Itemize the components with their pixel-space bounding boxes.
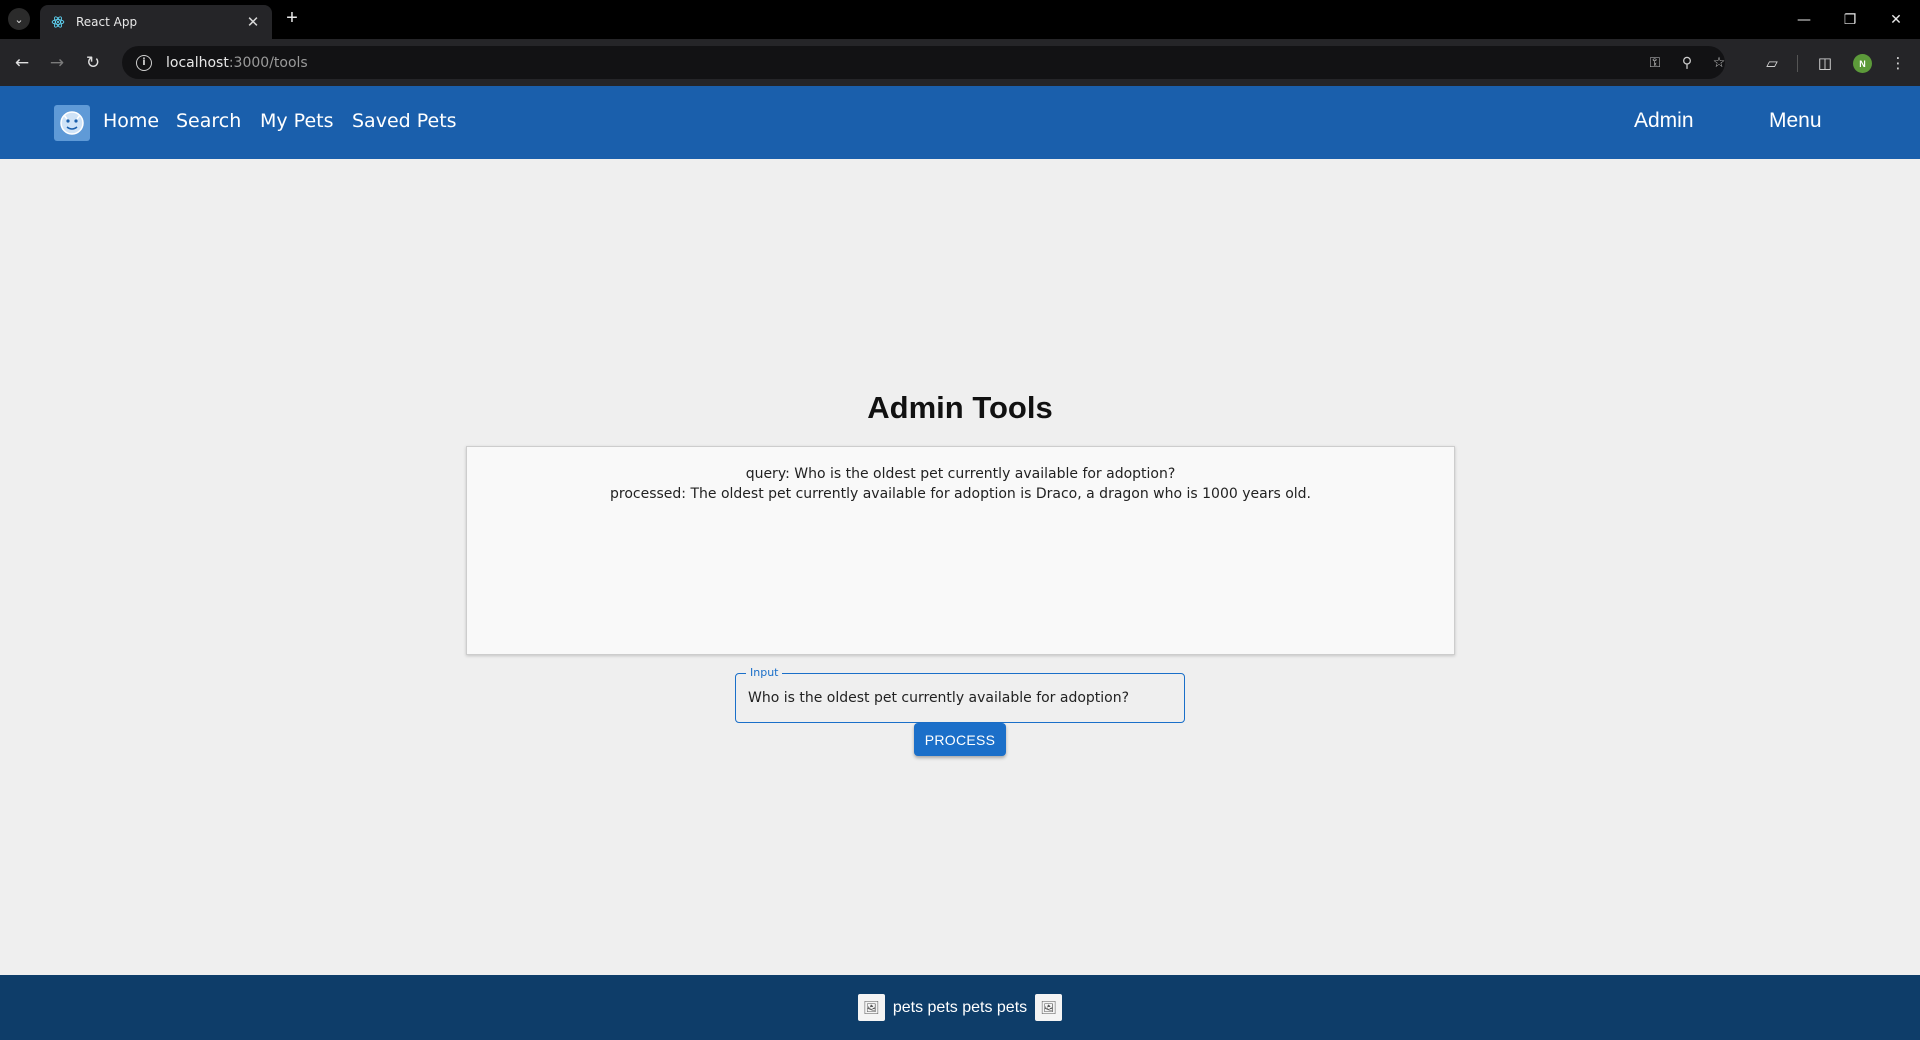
back-icon[interactable]: ←: [10, 51, 34, 75]
extensions-icon[interactable]: ▱: [1760, 51, 1784, 75]
admin-link[interactable]: Admin: [1634, 109, 1694, 133]
footer: 🖼 pets pets pets pets 🖼: [0, 975, 1920, 1040]
new-tab-icon[interactable]: +: [281, 8, 303, 30]
nav-search[interactable]: Search: [176, 110, 241, 132]
input-field-wrapper: Input: [735, 666, 1185, 723]
password-key-icon[interactable]: ⚿: [1646, 54, 1664, 72]
pet-logo-icon: [60, 111, 84, 135]
tab-close-icon[interactable]: ✕: [244, 13, 262, 31]
address-bar[interactable]: i localhost:3000/tools ⚿ ⚲ ☆: [122, 46, 1725, 79]
forward-icon[interactable]: →: [45, 51, 69, 75]
broken-image-icon: 🖼: [1035, 994, 1063, 1021]
browser-tab-bar: ⌄ React App ✕ + — ❐ ✕: [0, 0, 1920, 39]
react-icon: [50, 14, 66, 30]
site-info-icon[interactable]: i: [136, 54, 152, 71]
browser-menu-icon[interactable]: ⋮: [1886, 51, 1910, 75]
nav-home[interactable]: Home: [103, 110, 159, 132]
browser-toolbar: ← → ↻ i localhost:3000/tools ⚿ ⚲ ☆ ▱ ◫ N…: [0, 39, 1920, 86]
window-close-icon[interactable]: ✕: [1869, 0, 1920, 39]
output-panel: query: Who is the oldest pet currently a…: [466, 446, 1455, 655]
page-title: Admin Tools: [867, 390, 1053, 425]
menu-button[interactable]: Menu: [1769, 109, 1822, 133]
tab-title: React App: [76, 15, 138, 29]
query-text: query: Who is the oldest pet currently a…: [745, 466, 1176, 482]
app-logo[interactable]: [54, 105, 90, 141]
reload-icon[interactable]: ↻: [81, 51, 105, 75]
app-header: Home Search My Pets Saved Pets Admin Men…: [0, 86, 1920, 159]
side-panel-icon[interactable]: ◫: [1813, 51, 1837, 75]
bookmark-star-icon[interactable]: ☆: [1710, 54, 1728, 72]
tab-search-chevron-icon[interactable]: ⌄: [8, 8, 30, 30]
toolbar-divider: [1797, 55, 1798, 72]
footer-text: pets pets pets pets: [892, 998, 1028, 1016]
browser-tab[interactable]: React App ✕: [40, 5, 272, 39]
url-host: localhost: [166, 54, 229, 71]
query-input[interactable]: [748, 674, 1168, 721]
profile-avatar[interactable]: N: [1853, 54, 1872, 73]
url-path: :3000/tools: [228, 54, 308, 71]
nav-saved-pets[interactable]: Saved Pets: [352, 110, 457, 132]
zoom-icon[interactable]: ⚲: [1678, 54, 1696, 72]
process-button[interactable]: PROCESS: [914, 723, 1006, 756]
broken-image-icon: 🖼: [857, 994, 885, 1021]
nav-my-pets[interactable]: My Pets: [260, 110, 334, 132]
processed-text: processed: The oldest pet currently avai…: [610, 486, 1311, 502]
